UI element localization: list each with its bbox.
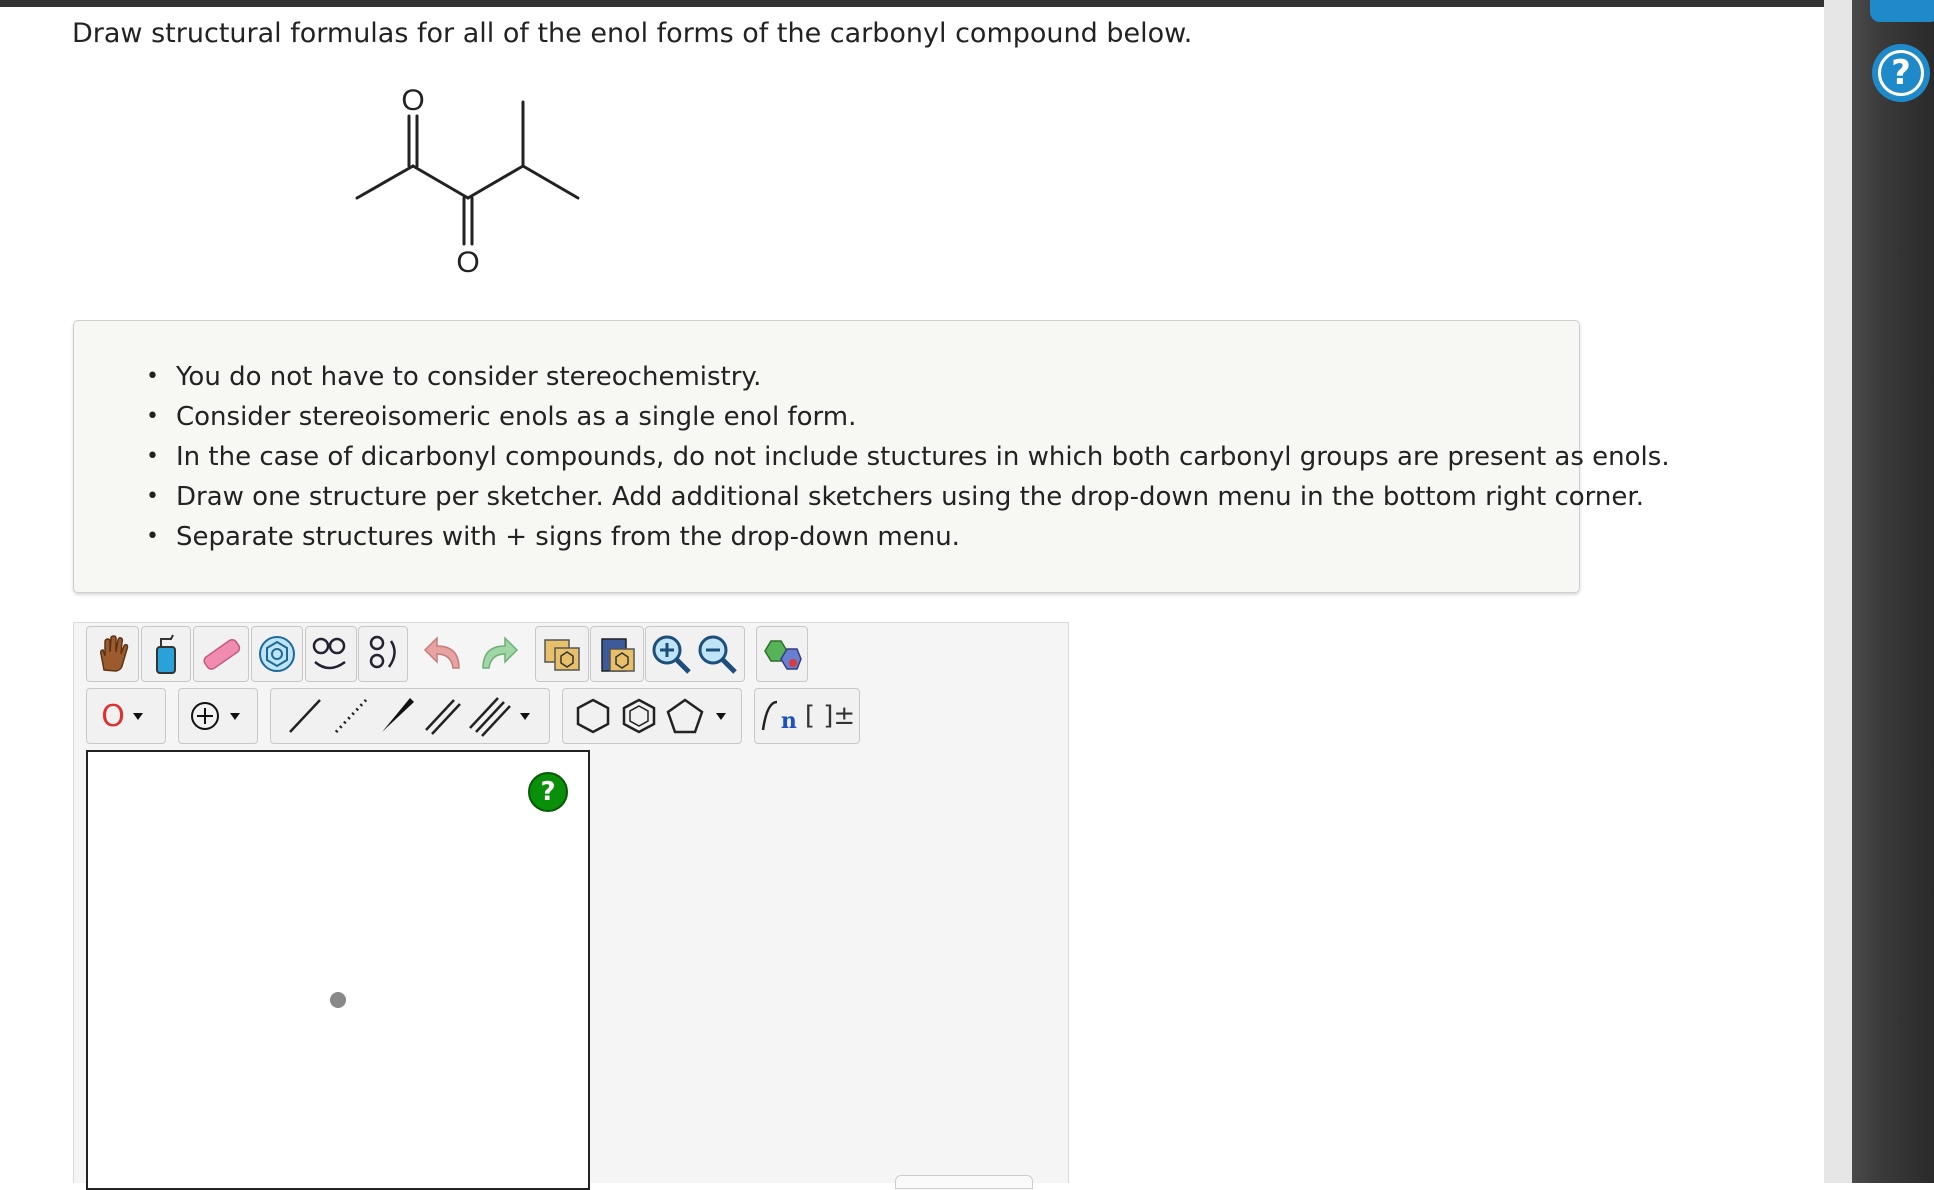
cyclohexane-icon[interactable]	[570, 694, 616, 738]
bottom-button[interactable]	[895, 1175, 1033, 1189]
zoom-out-icon[interactable]	[695, 632, 741, 676]
chevron-down-icon[interactable]	[708, 706, 734, 726]
question-prompt: Draw structural formulas for all of the …	[72, 18, 1193, 49]
bond-c1-c2	[355, 164, 415, 200]
page-scroll-gutter	[1824, 0, 1852, 1183]
right-rail	[1852, 0, 1934, 1183]
ring-tools	[562, 688, 742, 744]
element-selector[interactable]: O	[86, 688, 166, 744]
help-button[interactable]: ?	[1872, 44, 1930, 102]
copy-button[interactable]	[535, 626, 589, 682]
redo-button[interactable]	[472, 626, 522, 682]
question-icon: ?	[1878, 50, 1924, 96]
charge-plus-icon	[191, 702, 219, 730]
rail-tab-button[interactable]	[1870, 0, 1934, 22]
sgroup-curve-icon	[761, 700, 778, 731]
bracket-charge-button[interactable]: [ ]±	[805, 701, 855, 731]
redo-arrow-icon	[482, 636, 519, 669]
bond-c2-c3	[411, 164, 470, 200]
chain-template-button[interactable]	[305, 626, 357, 682]
zoom-in-icon[interactable]	[649, 632, 695, 676]
hand-tool-button[interactable]	[86, 626, 139, 682]
undo-arrow-icon	[423, 636, 460, 669]
single-bond-icon[interactable]	[282, 694, 328, 738]
triple-bond-icon[interactable]	[466, 694, 512, 738]
instructions-list: • You do not have to consider stereochemi…	[146, 357, 1670, 557]
clipboard-icon	[601, 638, 635, 672]
rotate-button[interactable]	[358, 626, 408, 682]
clean-structure-icon	[764, 640, 802, 670]
sgroup-button[interactable]: n	[759, 698, 797, 734]
chevron-down-icon[interactable]	[512, 706, 538, 726]
eraser-button[interactable]	[193, 626, 249, 682]
instruction-item: • Separate structures with + signs from t…	[146, 522, 960, 552]
hand-icon	[99, 635, 128, 672]
instruction-item: • Consider stereoisomeric enols as a sing…	[146, 402, 857, 432]
double-bond-icon[interactable]	[420, 694, 466, 738]
trash-bottle-icon	[156, 634, 176, 674]
drawing-canvas[interactable]	[86, 750, 590, 1190]
bond-c4-c5	[521, 164, 580, 200]
sketcher-help-button[interactable]: ?	[528, 772, 568, 812]
copy-icon	[544, 639, 580, 671]
benzene-wheel-icon	[259, 636, 295, 672]
instructions-box: • You do not have to consider stereochemi…	[73, 320, 1670, 593]
eraser-icon	[203, 639, 241, 670]
hashed-bond-icon[interactable]	[328, 694, 374, 738]
instruction-item: • You do not have to consider stereochemi…	[146, 362, 762, 392]
instruction-item: • In the case of dicarbonyl compounds, do…	[146, 442, 1670, 472]
molecule-chain-icon	[312, 637, 346, 670]
oxygen-label-top: O	[401, 84, 424, 117]
charge-selector[interactable]	[178, 688, 258, 744]
benzene-icon[interactable]	[616, 694, 662, 738]
element-label: O	[101, 698, 125, 734]
top-bar	[0, 0, 1829, 7]
chevron-down-icon	[132, 713, 143, 720]
cyclopentane-icon[interactable]	[662, 694, 708, 738]
rotate-molecule-icon	[369, 635, 396, 669]
instruction-item: • Draw one structure per sketcher. Add ad…	[146, 482, 1644, 512]
canvas-cursor-dot	[330, 992, 346, 1008]
carbonyl-compound-structure: O O	[355, 84, 580, 279]
clean-structure-button[interactable]	[756, 626, 808, 682]
undo-button[interactable]	[420, 626, 470, 682]
bond-c3-c4	[466, 164, 525, 200]
ring-template-button[interactable]	[251, 626, 303, 682]
paste-button[interactable]	[590, 626, 644, 682]
clear-button[interactable]	[141, 626, 191, 682]
chevron-down-icon	[230, 713, 240, 720]
oxygen-label-bottom: O	[456, 246, 479, 279]
sgroup-label: n	[780, 708, 797, 734]
bond-tools	[270, 688, 550, 744]
zoom-buttons	[645, 626, 745, 682]
wedge-bond-icon[interactable]	[374, 694, 420, 738]
sgroup-tools: n [ ]±	[754, 688, 860, 744]
